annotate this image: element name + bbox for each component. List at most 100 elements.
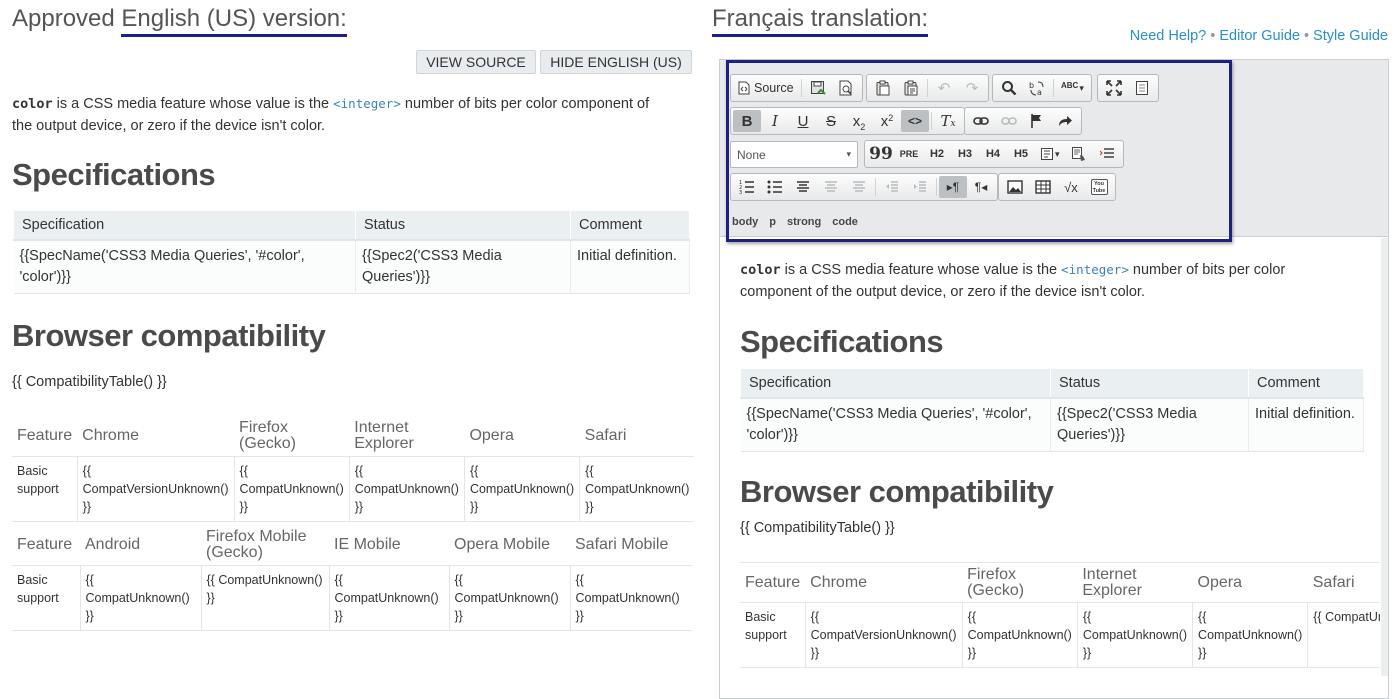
- toolbar-group-find: ba ABC ▾: [992, 74, 1092, 102]
- rtl-button[interactable]: ¶◂: [967, 176, 995, 198]
- table-button[interactable]: [1029, 176, 1057, 198]
- align-center-button[interactable]: [789, 176, 817, 198]
- view-source-button[interactable]: VIEW SOURCE: [416, 50, 536, 74]
- link-button[interactable]: [967, 110, 995, 132]
- replace-button[interactable]: ba: [1023, 77, 1051, 99]
- compat-header: Feature: [12, 525, 80, 566]
- source-button[interactable]: Source: [733, 77, 799, 99]
- h3-button[interactable]: H3: [951, 143, 979, 165]
- pre-button[interactable]: PRE: [895, 143, 923, 165]
- paste-text-button[interactable]: [897, 77, 925, 99]
- bulleted-list-icon: [767, 180, 782, 194]
- editor-scrollbar[interactable]: [1381, 238, 1388, 676]
- spec-cell: {{SpecName('CSS3 Media Queries', '#color…: [740, 398, 1051, 452]
- toolbar-separator: [936, 178, 937, 196]
- breadcrumb-item[interactable]: p: [769, 216, 776, 228]
- align-center-icon: [797, 181, 809, 192]
- bold-button[interactable]: B: [733, 110, 761, 132]
- replace-icon: ba: [1029, 81, 1044, 96]
- toolbar-group-paragraph: 123 ▸¶ ¶◂: [730, 173, 998, 201]
- svg-text:b: b: [1029, 81, 1034, 90]
- math-button[interactable]: √x: [1057, 176, 1085, 198]
- youtube-button[interactable]: You Tube: [1085, 176, 1113, 198]
- redo-button[interactable]: ↷: [958, 77, 986, 99]
- compat-cell: {{ CompatVersionUnknown() }}: [805, 602, 963, 668]
- toc-button[interactable]: [1093, 143, 1121, 165]
- compat-cell: {{ CompatUnknown() }}: [234, 456, 350, 522]
- integer-link[interactable]: <integer>: [1061, 262, 1129, 277]
- align-left-button[interactable]: [817, 176, 845, 198]
- h5-button[interactable]: H5: [1007, 143, 1035, 165]
- title-prefix: Approved: [12, 5, 122, 32]
- anchor-button[interactable]: [1023, 110, 1051, 132]
- maximize-button[interactable]: [1100, 77, 1128, 99]
- ltr-button[interactable]: ▸¶: [939, 176, 967, 198]
- align-right-button[interactable]: [845, 176, 873, 198]
- paste-text-icon: [904, 80, 918, 96]
- compat-header: Internet Explorer: [349, 416, 465, 457]
- compat-cell: {{ CompatUnknown() }}: [464, 456, 581, 522]
- code-term: color: [12, 96, 53, 112]
- style-guide-link[interactable]: Style Guide: [1313, 28, 1388, 44]
- italic-icon: I: [772, 112, 778, 130]
- h4-icon: H4: [985, 148, 1001, 160]
- compat-cell: {{ CompatVersionUnknown() }}: [77, 456, 235, 522]
- redirect-button[interactable]: [1051, 110, 1079, 132]
- subscript-button[interactable]: x2: [845, 110, 873, 132]
- numbered-list-button[interactable]: 123: [733, 176, 761, 198]
- editor-browser-compat-heading: Browser compatibility: [740, 474, 1054, 509]
- spec-table: Specification Status Comment {{SpecName(…: [13, 210, 690, 294]
- strike-button[interactable]: S: [817, 110, 845, 132]
- remove-format-button[interactable]: Tx: [934, 110, 962, 132]
- paste-button[interactable]: [869, 77, 897, 99]
- redo-icon: ↷: [965, 80, 979, 97]
- link-icon: [973, 117, 989, 125]
- blockquote-button[interactable]: 99: [867, 143, 895, 165]
- numbered-list-icon: 123: [739, 180, 754, 194]
- code-term: color: [740, 262, 781, 278]
- integer-link[interactable]: <integer>: [333, 96, 401, 111]
- compat-header: Opera: [1192, 562, 1308, 603]
- hide-english-button[interactable]: HIDE ENGLISH (US): [540, 50, 692, 74]
- save-draft-button[interactable]: [804, 77, 832, 99]
- breadcrumb-item[interactable]: strong: [787, 216, 821, 228]
- status-cell: {{Spec2('CSS3 Media Queries')}}: [355, 240, 571, 294]
- indent-button[interactable]: [906, 176, 934, 198]
- breadcrumb-item[interactable]: body: [732, 216, 758, 228]
- superscript-button[interactable]: x2: [873, 110, 901, 132]
- intro-text-end: number of bits per color component of: [400, 96, 650, 112]
- spellcheck-icon: ABC: [1061, 80, 1079, 90]
- toolbar-separator: [1053, 79, 1054, 97]
- comment-cell: Initial definition.: [570, 240, 690, 294]
- compat-cell: {{ CompatUnknown() }}: [1192, 602, 1309, 668]
- outdent-button[interactable]: [878, 176, 906, 198]
- image-button[interactable]: [1001, 176, 1029, 198]
- italic-button[interactable]: I: [761, 110, 789, 132]
- find-button[interactable]: [995, 77, 1023, 99]
- clipboard-hand-icon: [1071, 147, 1085, 161]
- breadcrumb-item[interactable]: code: [832, 216, 858, 228]
- specifications-heading: Specifications: [12, 157, 216, 192]
- page-props-button[interactable]: [1065, 143, 1093, 165]
- show-blocks-button[interactable]: [1128, 77, 1156, 99]
- h2-button[interactable]: H2: [923, 143, 951, 165]
- toolbar-separator: [931, 112, 932, 130]
- h4-button[interactable]: H4: [979, 143, 1007, 165]
- undo-button[interactable]: ↶: [930, 77, 958, 99]
- h5-icon: H5: [1013, 148, 1029, 160]
- h2-icon: H2: [929, 148, 945, 160]
- editor-intro-paragraph[interactable]: color is a CSS media feature whose value…: [740, 259, 1380, 303]
- unlink-button[interactable]: [995, 110, 1023, 132]
- template-button[interactable]: ▾: [1035, 143, 1065, 165]
- bulleted-list-button[interactable]: [761, 176, 789, 198]
- code-button[interactable]: <>: [901, 110, 929, 132]
- spellcheck-button[interactable]: ABC ▾: [1056, 77, 1089, 99]
- need-help-link[interactable]: Need Help?: [1130, 28, 1207, 44]
- format-select[interactable]: None ▾: [730, 141, 858, 168]
- preview-button[interactable]: [832, 77, 860, 99]
- editor-desktop-compat-table: Feature Chrome Firefox (Gecko) Internet …: [740, 562, 1380, 668]
- underline-button[interactable]: U: [789, 110, 817, 132]
- toolbar-separator: [927, 79, 928, 97]
- editor-guide-link[interactable]: Editor Guide: [1219, 28, 1300, 44]
- compat-cell: {{ CompatUnknown() }}: [349, 456, 465, 522]
